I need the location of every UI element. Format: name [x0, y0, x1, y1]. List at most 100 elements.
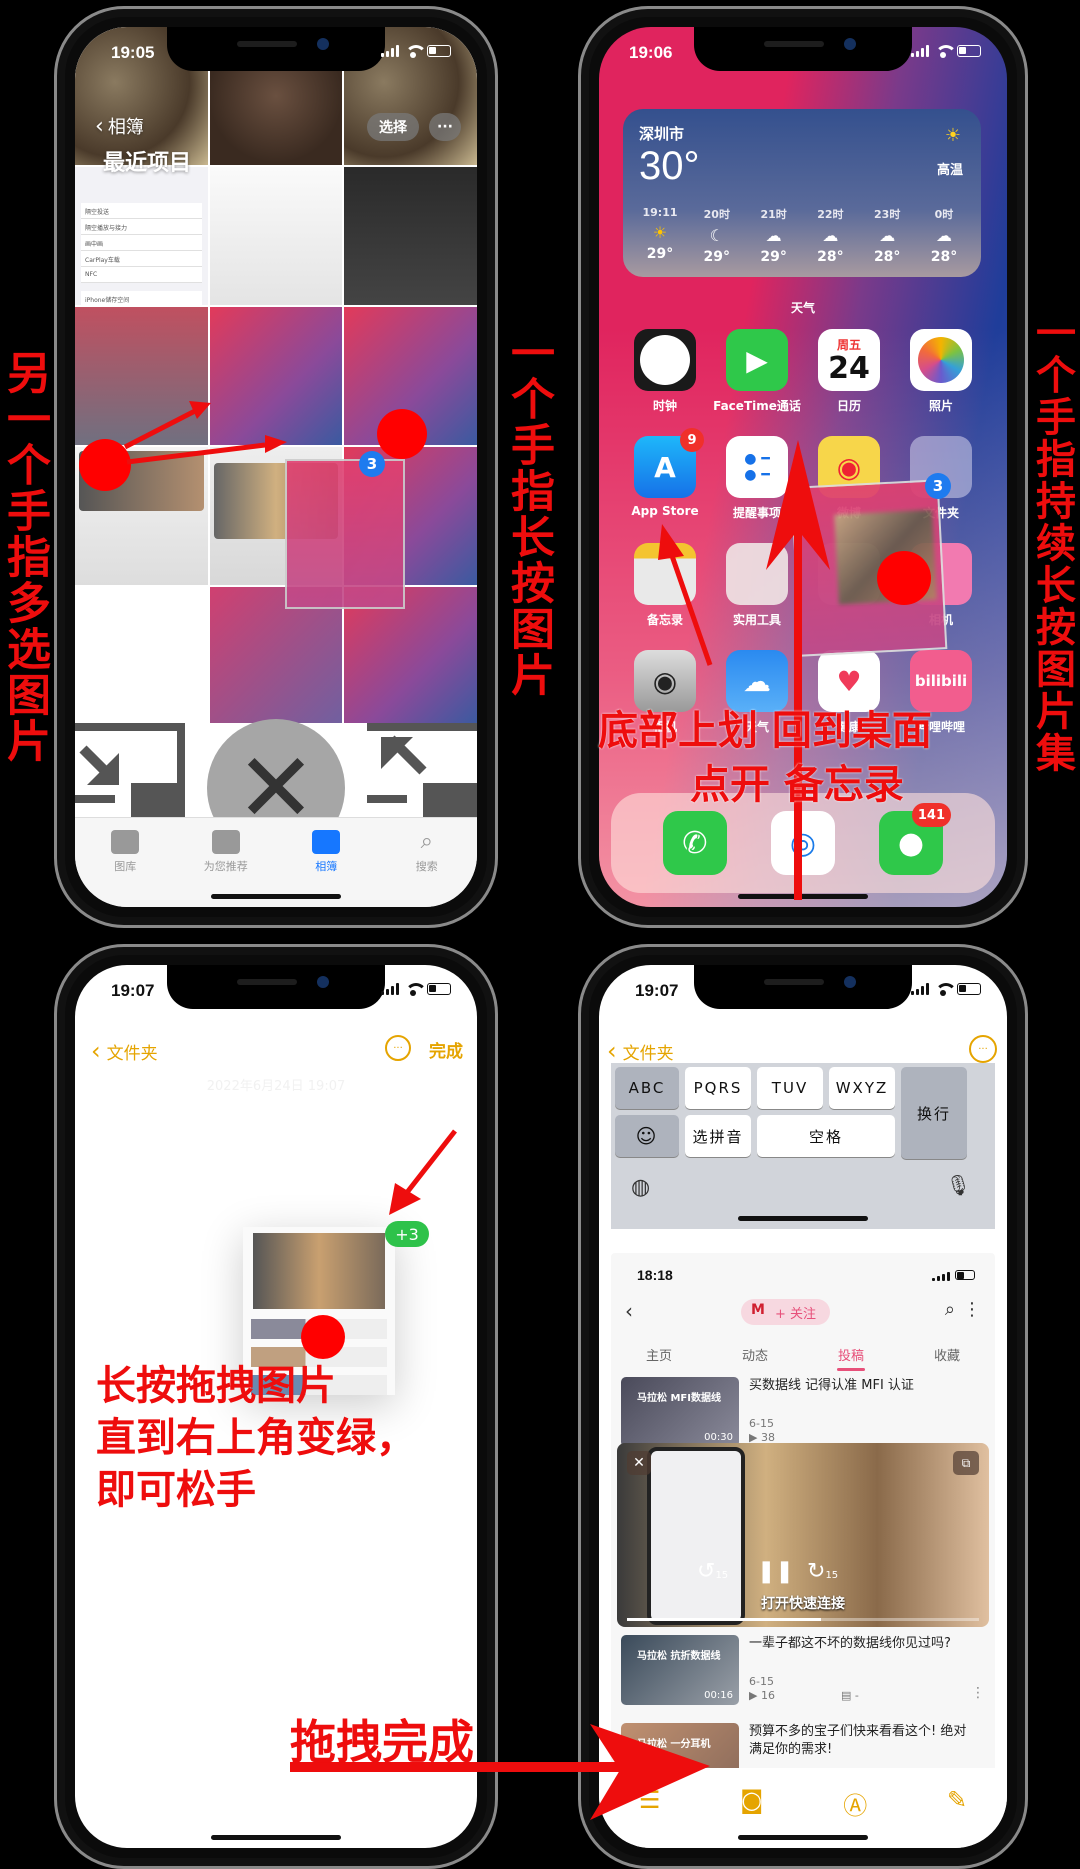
video-list-item[interactable]: 马拉松 抗折数据线 00:16 一辈子都这不坏的数据线你见过吗? 6-15 ▶ 1…	[621, 1635, 985, 1723]
forecast-temp: 28°	[930, 249, 958, 265]
skip-forward-button[interactable]: ↻15	[807, 1559, 838, 1584]
key-return[interactable]: 换行	[901, 1067, 967, 1159]
follow-button[interactable]: + 关注	[741, 1299, 831, 1325]
status-bar: 19:05	[75, 39, 477, 67]
photo-thumbnail[interactable]: 隔空投送 隔空播放与接力 画中画 CarPlay车载 NFC iPhone储存空…	[75, 167, 208, 305]
video-progress-bar[interactable]	[627, 1618, 979, 1621]
page-title: 最近项目	[103, 151, 192, 176]
calendar-day: 24	[828, 350, 870, 386]
home-indicator[interactable]	[738, 894, 868, 899]
selection-count-badge: 3	[925, 473, 951, 499]
tab-uploads[interactable]: 投稿	[838, 1337, 864, 1371]
back-button[interactable]: ‹ 文件夹	[607, 1037, 674, 1065]
close-icon[interactable]: ✕	[627, 1451, 651, 1475]
key-space[interactable]: 空格	[757, 1115, 895, 1157]
phone-icon[interactable]: ✆	[663, 811, 727, 875]
skip-back-button[interactable]: ↺15	[697, 1559, 728, 1584]
photo-thumbnail[interactable]	[209, 167, 343, 305]
video-subtitle: 打开快速连接	[761, 1596, 845, 1612]
instruction-line: 长按拖拽图片	[96, 1363, 336, 1409]
tab-favorites[interactable]: 收藏	[934, 1337, 960, 1371]
forecast-temp: 28°	[817, 249, 844, 265]
notification-badge: 9	[680, 428, 704, 452]
tab-home[interactable]: 主页	[646, 1337, 672, 1371]
tab-dynamics[interactable]: 动态	[742, 1337, 768, 1371]
key-tuv[interactable]: TUV	[757, 1067, 823, 1109]
photo-thumbnail[interactable]	[75, 587, 208, 725]
kebab-menu-icon[interactable]: ⋮	[963, 1299, 981, 1320]
cloud-icon: ☁	[879, 226, 896, 245]
messages-icon[interactable]: ● 141	[879, 803, 951, 875]
video-date: 6-15	[749, 1417, 774, 1430]
app-label: FaceTime通话	[713, 399, 801, 413]
compose-icon[interactable]: ✎	[947, 1786, 967, 1814]
back-label: 相簿	[107, 117, 144, 138]
app-calendar[interactable]: 周五 24 日历	[803, 329, 895, 414]
markup-icon[interactable]: Ⓐ	[843, 1786, 867, 1821]
app-facetime[interactable]: ▶ FaceTime通话	[711, 329, 803, 414]
wifi-icon	[935, 983, 957, 996]
forecast-item: 20时 ☾ 29°	[692, 206, 742, 265]
wifi-icon	[405, 983, 427, 996]
home-indicator[interactable]	[211, 894, 341, 899]
settings-row: iPhone储存空间	[81, 291, 202, 305]
signal-icon	[911, 983, 929, 995]
tab-search[interactable]: ⌕ 搜索	[387, 830, 467, 907]
back-button[interactable]: ‹ 文件夹	[91, 1037, 158, 1065]
app-clock[interactable]: 时钟	[619, 329, 711, 414]
tab-library[interactable]: 图库	[85, 830, 165, 907]
app-app-store[interactable]: A 9 App Store	[619, 428, 711, 521]
key-wxyz[interactable]: WXYZ	[829, 1067, 895, 1109]
swipe-up-arrow-head	[766, 440, 830, 570]
battery-icon	[957, 983, 981, 995]
status-bar: 19:07	[75, 977, 477, 1005]
chevron-left-icon[interactable]: ‹	[625, 1299, 633, 1323]
more-button[interactable]: ···	[429, 113, 461, 141]
home-indicator[interactable]	[738, 1835, 868, 1840]
forecast-item: 21时 ☁ 29°	[749, 206, 799, 265]
done-button[interactable]: 完成	[429, 1037, 463, 1062]
settings-row: 隔空播放与接力	[81, 219, 202, 235]
weather-condition: 高温	[936, 163, 963, 178]
camera-icon[interactable]: ◙	[740, 1786, 763, 1814]
more-button[interactable]: ···	[385, 1035, 411, 1061]
forecast-time: 22时	[817, 208, 844, 221]
touch-indicator	[377, 409, 427, 459]
drag-done-arrow-head	[590, 1724, 710, 1820]
pause-icon[interactable]: ❚❚	[757, 1559, 794, 1584]
more-button[interactable]: ···	[969, 1035, 997, 1063]
home-indicator	[738, 1216, 868, 1221]
kebab-menu-icon[interactable]: ⋮	[971, 1685, 985, 1701]
cloud-moon-icon: ☁	[765, 226, 782, 245]
picture-in-picture-player[interactable]: ✕ ⧉ ↺15 ❚❚ ↻15 打开快速连接	[617, 1443, 989, 1627]
status-time: 19:07	[111, 981, 155, 1000]
key-abc[interactable]: ABC	[615, 1067, 679, 1109]
notes-result-screen: 19:07 ‹ 文件夹 ··· ABC PQRS TUV WXYZ 换行 ☺ 选…	[599, 965, 1007, 1848]
select-button[interactable]: 选择	[367, 113, 419, 141]
safari-icon[interactable]: ◎	[771, 811, 835, 875]
globe-icon[interactable]: ◍	[631, 1175, 650, 1200]
search-icon[interactable]: ⌕	[945, 1299, 955, 1320]
photo-library-icon	[111, 830, 140, 854]
weather-widget[interactable]: 深圳市 30° ☀ 高温 19:11 ☀ 29° 20时 ☾ 29° 21时 ☁ 29° 2…	[623, 109, 981, 277]
forecast-item: 0时 ☁ 28°	[919, 206, 969, 265]
status-icons	[381, 45, 451, 58]
facetime-icon: ▶	[726, 329, 788, 391]
instruction-line: 即可松手	[96, 1467, 256, 1513]
back-button[interactable]: ‹ 相簿	[95, 113, 144, 139]
microphone-icon[interactable]: 🎙	[946, 1173, 971, 1197]
for-you-icon	[211, 830, 240, 854]
video-date: 6-15	[749, 1675, 774, 1688]
photo-thumbnail[interactable]	[344, 167, 477, 305]
annotation-swipe-home: 底部上划 回到桌面	[598, 708, 932, 754]
key-pqrs[interactable]: PQRS	[685, 1067, 751, 1109]
pip-toggle-icon[interactable]: ⧉	[953, 1451, 979, 1475]
app-photos[interactable]: 照片	[895, 329, 987, 414]
key-select-pinyin[interactable]: 选拼音	[685, 1115, 751, 1157]
profile-nav-bar: ‹ + 关注 ⌕ ⋮	[611, 1297, 995, 1331]
home-indicator[interactable]	[211, 1835, 341, 1840]
back-label: 文件夹	[106, 1043, 158, 1064]
emoji-key[interactable]: ☺	[615, 1115, 679, 1157]
status-icons	[911, 983, 981, 996]
status-time: 19:07	[635, 981, 679, 1000]
